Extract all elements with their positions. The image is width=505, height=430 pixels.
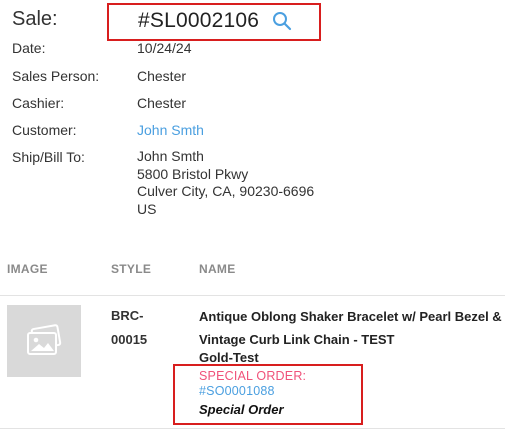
item-name-line3: Gold-Test (199, 350, 259, 365)
ship-bill-label: Ship/Bill To: (12, 149, 85, 165)
date-value: 10/24/24 (137, 40, 192, 56)
address-city: Culver City, CA, 90230-6696 (137, 183, 315, 199)
customer-link[interactable]: John Smth (137, 122, 204, 138)
address-country: US (137, 200, 157, 217)
highlight-box-special-order (173, 364, 363, 425)
sales-person-value: Chester (137, 68, 187, 84)
column-header-name: NAME (199, 262, 236, 276)
address-name: John Smth (137, 148, 204, 164)
item-name-line1: Antique Oblong Shaker Bracelet w/ Pearl … (199, 309, 502, 324)
customer-label: Customer: (12, 122, 77, 138)
address-street: 5800 Bristol Pkwy (137, 165, 249, 182)
sales-person-label: Sales Person: (12, 68, 100, 84)
item-name-line2: Vintage Curb Link Chain - TEST (199, 332, 395, 347)
cashier-label: Cashier: (12, 95, 65, 111)
column-header-image: IMAGE (7, 262, 48, 276)
cashier-value: Chester (137, 95, 187, 111)
date-label: Date: (12, 40, 46, 56)
image-placeholder-icon (27, 324, 62, 355)
table-header-divider (0, 295, 505, 296)
product-thumbnail[interactable] (7, 305, 81, 377)
column-header-style: STYLE (111, 262, 152, 276)
sale-label: Sale: (12, 8, 58, 30)
style-code-line2: 00015 (111, 332, 148, 347)
highlight-box-sale-number (107, 3, 321, 41)
style-code-line1: BRC- (111, 308, 144, 323)
table-row-divider (0, 428, 505, 429)
ship-bill-address: John Smth 5800 Bristol Pkwy Culver City,… (137, 148, 314, 218)
